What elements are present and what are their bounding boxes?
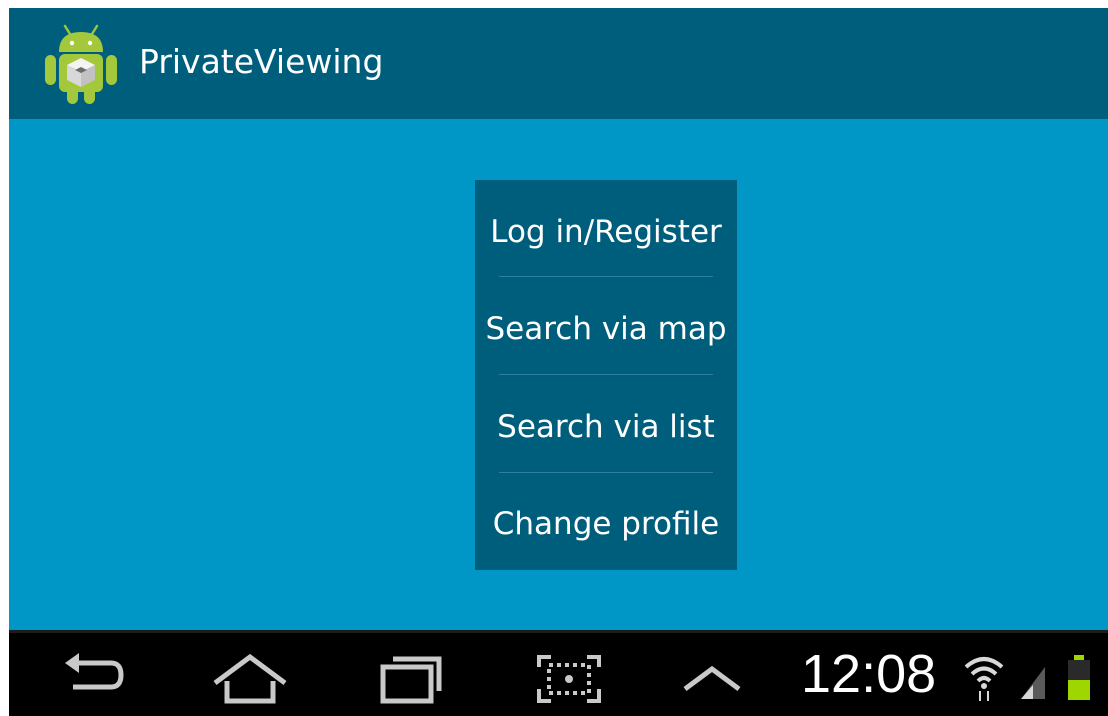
system-navigation-bar: 12:08 bbox=[9, 630, 1108, 716]
app-title: PrivateViewing bbox=[139, 42, 384, 81]
status-clock: 12:08 bbox=[801, 644, 937, 704]
search-via-list-button[interactable]: Search via list bbox=[475, 378, 737, 475]
home-icon[interactable] bbox=[205, 643, 295, 713]
menu-divider bbox=[499, 276, 713, 277]
main-menu: Log in/Register Search via map Search vi… bbox=[475, 180, 737, 570]
main-content: Log in/Register Search via map Search vi… bbox=[9, 119, 1108, 630]
action-bar: PrivateViewing bbox=[9, 8, 1108, 119]
search-via-map-button[interactable]: Search via map bbox=[475, 280, 737, 377]
android-app-icon[interactable] bbox=[43, 22, 119, 106]
menu-divider bbox=[499, 374, 713, 375]
wifi-icon bbox=[964, 657, 1004, 701]
device-screen: PrivateViewing Log in/Register Search vi… bbox=[9, 8, 1108, 716]
back-icon[interactable] bbox=[55, 643, 135, 713]
signal-icon bbox=[1021, 667, 1045, 699]
menu-divider bbox=[499, 472, 713, 473]
screenshot-icon[interactable] bbox=[531, 643, 607, 713]
login-register-button[interactable]: Log in/Register bbox=[475, 183, 737, 280]
battery-icon bbox=[1068, 655, 1090, 700]
chevron-up-icon[interactable] bbox=[677, 643, 747, 713]
recent-apps-icon[interactable] bbox=[369, 643, 449, 713]
change-profile-button[interactable]: Change profile bbox=[475, 475, 737, 572]
